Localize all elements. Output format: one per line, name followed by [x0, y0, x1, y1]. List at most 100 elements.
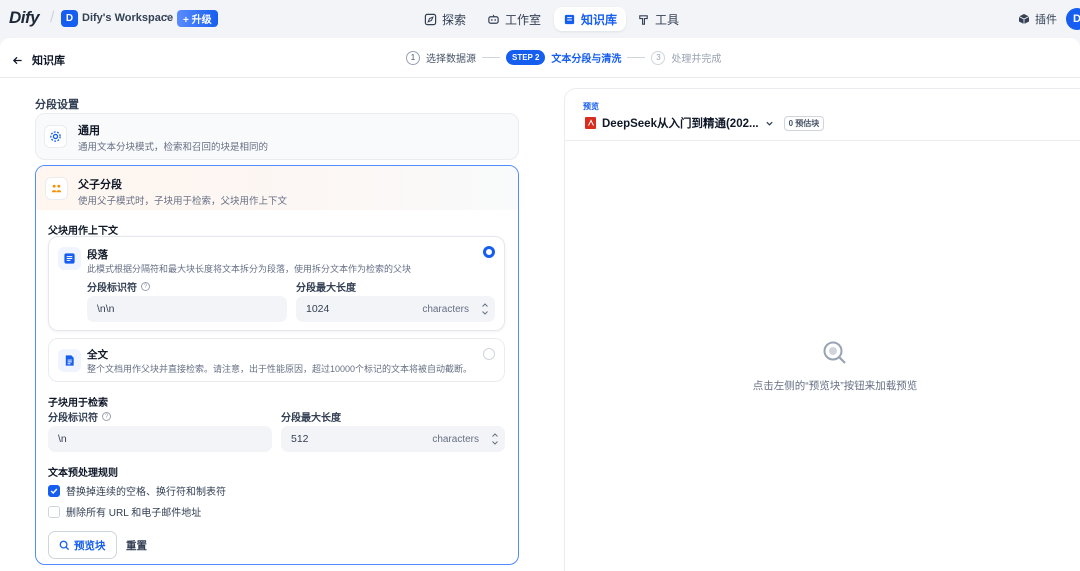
arrow-left-icon: [12, 56, 22, 64]
sub-header: 知识库 1 选择数据源 STEP 2 文本分段与清洗 3 处理并完成: [0, 38, 1080, 78]
nav-explore-label: 探索: [442, 12, 467, 27]
paragraph-maxlen-label: 分段最大长度: [296, 283, 356, 294]
paragraph-delimiter-label: 分段标识符 ?: [87, 279, 150, 294]
chevron-down-icon[interactable]: [164, 12, 172, 20]
divider: /: [50, 9, 55, 26]
child-maxlen-value: 512: [291, 433, 309, 445]
stepper: 1 选择数据源 STEP 2 文本分段与清洗 3 处理并完成: [406, 50, 721, 65]
back-label: 知识库: [32, 55, 65, 67]
general-mode-card[interactable]: 通用 通用文本分块模式，检索和召回的块是相同的: [35, 113, 519, 160]
step-connector: [482, 57, 500, 58]
reset-button[interactable]: 重置: [126, 538, 147, 553]
paragraph-delimiter-input[interactable]: \n\n: [87, 296, 287, 322]
paragraph-maxlen-unit: characters: [422, 303, 469, 315]
child-maxlen-input[interactable]: 512 characters: [281, 426, 505, 452]
preprocess-title: 文本预处理规则: [48, 468, 118, 479]
paragraph-desc: 此模式根据分隔符和最大块长度将文本拆分为段落，使用拆分文本作为检索的父块: [87, 264, 412, 274]
preview-panel: 预览 DeepSeek从入门到精通(202... 0 预估块 点击左侧的“预览块…: [564, 88, 1080, 571]
workspace-avatar[interactable]: D: [61, 10, 78, 27]
checkbox-unchecked[interactable]: [48, 505, 60, 518]
nav-knowledge[interactable]: 知识库: [554, 7, 627, 31]
child-delimiter-value: \n: [58, 433, 67, 445]
dify-logo[interactable]: Dify: [9, 8, 40, 28]
main-page: 知识库 1 选择数据源 STEP 2 文本分段与清洗 3 处理并完成 分段设置 …: [0, 38, 1080, 571]
paragraph-option[interactable]: 段落 此模式根据分隔符和最大块长度将文本拆分为段落，使用拆分文本作为检索的父块 …: [48, 236, 505, 331]
rule-replace-spaces-label: 替换掉连续的空格、换行符和制表符: [66, 487, 226, 498]
paragraph-delimiter-value: \n\n: [97, 303, 115, 315]
preview-empty-text: 点击左侧的“预览块”按钮来加载预览: [752, 380, 918, 392]
rule-remove-urls-label: 删除所有 URL 和电子邮件地址: [66, 508, 202, 519]
stepper-icon[interactable]: [481, 300, 489, 318]
hammer-icon: [639, 14, 648, 25]
rule-replace-spaces[interactable]: 替换掉连续的空格、换行符和制表符: [48, 483, 226, 498]
user-avatar[interactable]: D: [1066, 8, 1080, 30]
child-delimiter-label-text: 分段标识符: [48, 413, 98, 424]
fulltext-radio[interactable]: [483, 348, 495, 360]
nav-studio[interactable]: 工作室: [478, 7, 550, 31]
parent-child-icon: [51, 184, 62, 193]
paragraph-maxlen-value: 1024: [306, 303, 330, 315]
document-selector[interactable]: DeepSeek从入门到精通(202... 0 预估块: [585, 115, 825, 131]
step3-label: 处理并完成: [671, 54, 722, 65]
search-icon: [59, 540, 70, 550]
upgrade-button[interactable]: + 升级: [177, 10, 218, 27]
general-mode-title: 通用: [78, 125, 100, 137]
nav-tools[interactable]: 工具: [628, 7, 688, 31]
child-maxlen-unit: characters: [432, 433, 479, 445]
pdf-icon: [585, 117, 596, 129]
step1-label: 选择数据源: [426, 54, 476, 65]
preview-label: 预览: [583, 102, 599, 111]
back-button[interactable]: 知识库: [12, 52, 65, 68]
robot-icon: [488, 14, 499, 24]
segment-settings-title: 分段设置: [35, 99, 79, 111]
general-mode-icon-box: [44, 125, 67, 148]
check-icon: [50, 488, 58, 494]
parent-child-desc: 使用父子模式时，子块用于检索，父块用作上下文: [78, 196, 288, 207]
paragraph-icon: [64, 253, 75, 264]
fulltext-icon-box: [58, 349, 81, 372]
chevron-down-icon[interactable]: [765, 119, 774, 128]
nav-tools-label: 工具: [655, 12, 680, 27]
checkbox-checked[interactable]: [48, 484, 60, 497]
paragraph-delimiter-label-text: 分段标识符: [87, 283, 137, 294]
help-icon[interactable]: ?: [102, 412, 111, 421]
child-maxlen-label: 分段最大长度: [281, 413, 341, 424]
rule-remove-urls[interactable]: 删除所有 URL 和电子邮件地址: [48, 504, 201, 519]
parent-child-icon-box: [45, 177, 68, 200]
top-navbar: Dify / D Dify's Workspace + 升级 探索 工作室 知识…: [0, 0, 1080, 38]
compass-icon: [424, 13, 437, 25]
workspace-name[interactable]: Dify's Workspace: [82, 12, 173, 24]
preview-chunk-button[interactable]: 预览块: [48, 531, 117, 559]
parent-child-title: 父子分段: [78, 179, 122, 191]
document-icon: [65, 355, 74, 366]
preview-chunk-label: 预览块: [74, 539, 106, 552]
book-icon: [564, 14, 575, 24]
cube-icon: [1018, 14, 1030, 24]
general-mode-desc: 通用文本分块模式，检索和召回的块是相同的: [78, 142, 269, 153]
child-retrieval-title: 子块用于检索: [48, 398, 108, 409]
child-delimiter-label: 分段标识符 ?: [48, 409, 111, 424]
help-icon[interactable]: ?: [141, 282, 150, 291]
stepper-icon[interactable]: [491, 430, 499, 448]
document-name: DeepSeek从入门到精通(202...: [602, 118, 759, 130]
child-delimiter-input[interactable]: \n: [48, 426, 272, 452]
plugin-label: 插件: [1035, 14, 1057, 26]
plugin-button[interactable]: 插件: [1018, 11, 1057, 27]
parent-context-title: 父块用作上下文: [48, 226, 118, 237]
nav-studio-label: 工作室: [505, 12, 542, 27]
fulltext-desc: 整个文档用作父块并直接检索。请注意，出于性能原因，超过10000个标记的文本将被…: [87, 364, 473, 374]
step1-number: 1: [406, 50, 420, 65]
paragraph-title: 段落: [87, 249, 108, 261]
step2-pill: STEP 2: [506, 50, 546, 65]
step2-label: 文本分段与清洗: [551, 54, 622, 65]
paragraph-maxlen-input[interactable]: 1024 characters: [296, 296, 495, 322]
paragraph-icon-box: [58, 247, 81, 270]
nav-explore[interactable]: 探索: [415, 7, 475, 31]
parent-child-mode-card[interactable]: 父子分段 使用父子模式时，子块用于检索，父块用作上下文 父块用作上下文 段落 此…: [35, 165, 519, 565]
paragraph-radio[interactable]: [483, 246, 495, 258]
fulltext-option[interactable]: 全文 整个文档用作父块并直接检索。请注意，出于性能原因，超过10000个标记的文…: [48, 338, 505, 382]
settings-icon: [50, 131, 61, 142]
estimated-chunks-badge: 0 预估块: [783, 115, 825, 131]
search-doc-icon: [823, 341, 846, 364]
step-connector: [627, 57, 646, 58]
